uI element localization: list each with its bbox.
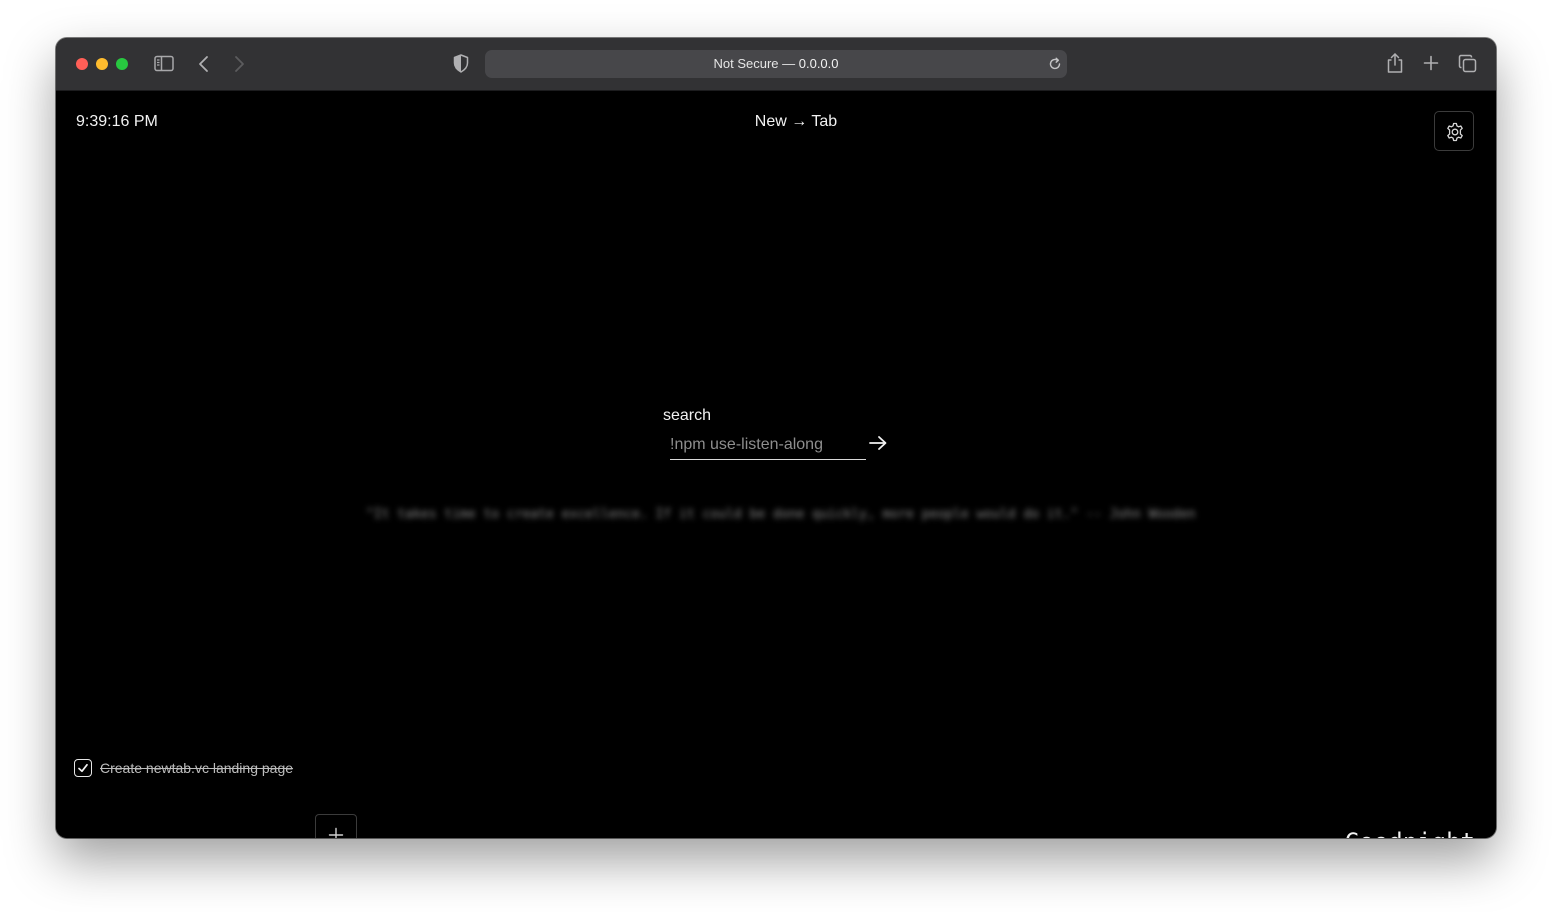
- reload-icon[interactable]: [1048, 57, 1062, 71]
- clock: 9:39:16 PM: [76, 113, 158, 130]
- todo-label[interactable]: Create newtab.vc landing page: [100, 760, 293, 776]
- tab-overview-icon[interactable]: [1458, 54, 1477, 73]
- check-icon: [78, 763, 88, 773]
- page-title: New → Tab: [754, 113, 838, 130]
- close-window-button[interactable]: [76, 58, 88, 70]
- minimize-window-button[interactable]: [96, 58, 108, 70]
- address-security-label: Not Secure —: [713, 56, 799, 71]
- gear-icon: [1447, 122, 1463, 142]
- new-tab-page: 9:39:16 PM New → Tab search "It takes ti…: [56, 91, 1496, 838]
- privacy-shield-icon[interactable]: [453, 54, 469, 73]
- share-icon[interactable]: [1386, 52, 1404, 74]
- address-bar[interactable]: Not Secure — 0.0.0.0: [485, 50, 1067, 78]
- search-input[interactable]: [670, 431, 866, 460]
- address-host: 0.0.0.0: [798, 56, 839, 71]
- zoom-window-button[interactable]: [116, 58, 128, 70]
- todo-checkbox[interactable]: [74, 759, 92, 777]
- plus-icon: [328, 827, 344, 838]
- browser-window: Not Secure — 0.0.0.0 9:39:16 PM New → Ta…: [56, 38, 1496, 838]
- settings-button[interactable]: [1434, 111, 1474, 151]
- search-label: search: [663, 407, 712, 424]
- new-tab-icon[interactable]: [1423, 55, 1439, 71]
- quote: "It takes time to create excellence. If …: [366, 507, 1196, 522]
- sidebar-icon[interactable]: [154, 55, 174, 72]
- address-text: Not Secure — 0.0.0.0: [485, 50, 1067, 78]
- greeting: Goodnight: [1256, 828, 1475, 838]
- arrow-right-icon[interactable]: [868, 435, 888, 451]
- forward-icon[interactable]: [233, 55, 245, 73]
- back-icon[interactable]: [198, 55, 210, 73]
- browser-toolbar: Not Secure — 0.0.0.0: [56, 38, 1496, 91]
- add-todo-button[interactable]: [315, 814, 357, 838]
